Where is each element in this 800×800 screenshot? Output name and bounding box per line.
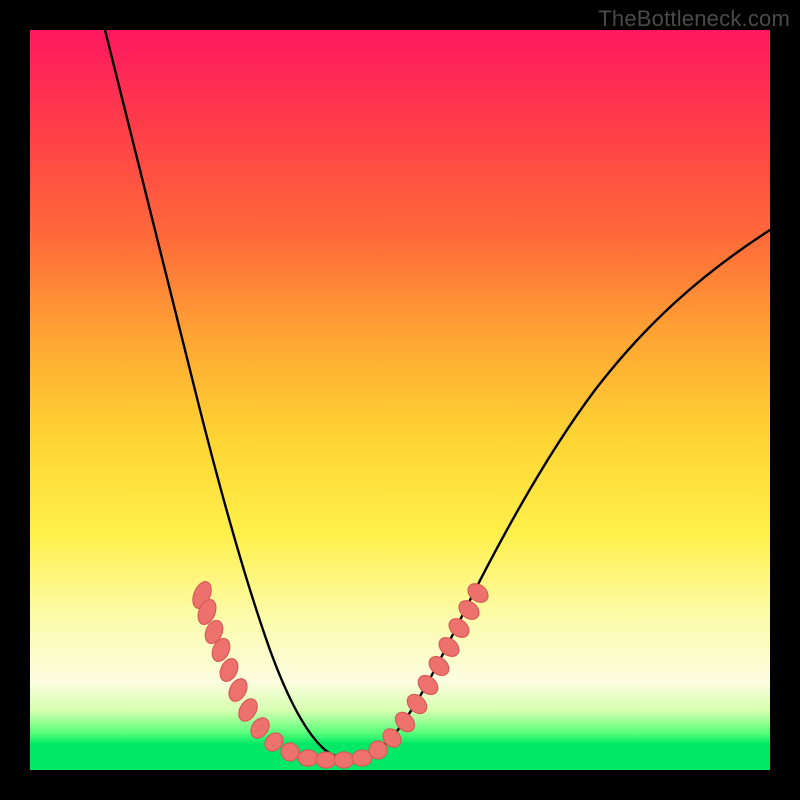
plot-area [30, 30, 770, 770]
marker-group [189, 579, 491, 768]
marker-dot [425, 653, 452, 680]
marker-dot [298, 750, 318, 766]
marker-dot [316, 752, 336, 768]
marker-dot [334, 752, 354, 768]
outer-frame: TheBottleneck.com [0, 0, 800, 800]
marker-dot [435, 634, 462, 660]
bottleneck-curve [100, 30, 770, 759]
marker-dot [281, 743, 299, 761]
curve-layer [30, 30, 770, 770]
marker-dot [414, 672, 441, 699]
watermark-text: TheBottleneck.com [598, 6, 790, 32]
